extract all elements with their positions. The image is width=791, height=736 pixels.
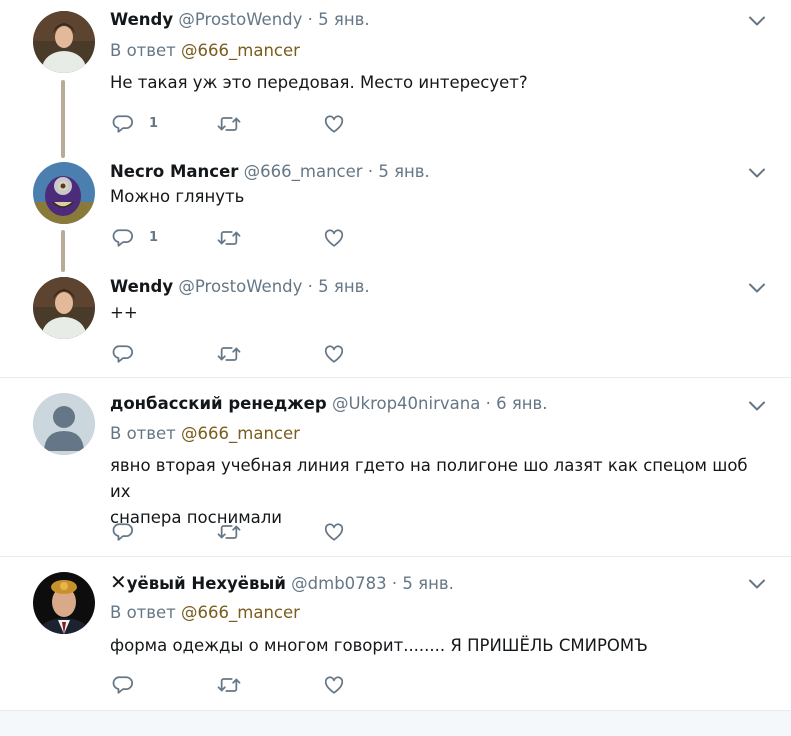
author-handle[interactable]: @ProstoWendy bbox=[178, 277, 302, 296]
chevron-down-icon[interactable] bbox=[748, 282, 766, 294]
timestamp[interactable]: 5 янв. bbox=[318, 10, 369, 29]
reply-prefix: В ответ bbox=[110, 603, 176, 622]
reply-button[interactable] bbox=[112, 674, 172, 696]
tweet[interactable]: Wendy @ProstoWendy · 5 янв. ++ bbox=[0, 270, 791, 377]
like-icon bbox=[323, 521, 345, 543]
like-button[interactable] bbox=[323, 521, 345, 543]
retweet-icon bbox=[217, 674, 241, 696]
avatar[interactable] bbox=[33, 277, 95, 339]
tweet-text: явно вторая учебная линия гдето на полиг… bbox=[110, 453, 760, 531]
timeline-footer bbox=[0, 710, 791, 736]
timestamp[interactable]: 5 янв. bbox=[378, 162, 429, 181]
like-icon bbox=[323, 674, 345, 696]
like-button[interactable] bbox=[323, 113, 345, 135]
reply-prefix: В ответ bbox=[110, 41, 176, 60]
reply-context: В ответ @666_mancer bbox=[110, 41, 300, 61]
reply-mention[interactable]: @666_mancer bbox=[181, 603, 300, 622]
author-name[interactable]: уёвый Нехуёвый bbox=[127, 574, 286, 593]
tweet[interactable]: ✕уёвый Нехуёвый @dmb0783 · 5 янв. В отве… bbox=[0, 557, 791, 709]
separator-dot: · bbox=[485, 394, 491, 413]
reply-icon bbox=[112, 521, 134, 543]
action-bar: 1 bbox=[112, 113, 372, 135]
author-handle[interactable]: @666_mancer bbox=[244, 162, 363, 181]
author-handle[interactable]: @dmb0783 bbox=[291, 574, 387, 593]
reply-icon bbox=[112, 227, 134, 249]
retweet-icon bbox=[217, 227, 241, 249]
like-icon bbox=[323, 113, 345, 135]
reply-icon bbox=[112, 343, 134, 365]
tweet[interactable]: Necro Mancer @666_mancer · 5 янв. Можно … bbox=[0, 160, 791, 272]
separator-dot: · bbox=[307, 277, 313, 296]
action-bar bbox=[112, 674, 372, 696]
reply-button[interactable]: 1 bbox=[112, 227, 172, 249]
like-icon bbox=[323, 343, 345, 365]
reply-context: В ответ @666_mancer bbox=[110, 424, 300, 444]
reply-mention[interactable]: @666_mancer bbox=[181, 41, 300, 60]
tweet-header: ✕уёвый Нехуёвый @dmb0783 · 5 янв. bbox=[110, 572, 454, 594]
retweet-icon bbox=[217, 343, 241, 365]
chevron-down-icon[interactable] bbox=[748, 578, 766, 590]
like-icon bbox=[323, 227, 345, 249]
thread-line bbox=[61, 80, 65, 158]
separator-dot: · bbox=[391, 574, 398, 593]
separator-dot: · bbox=[367, 162, 374, 181]
retweet-button[interactable] bbox=[217, 113, 241, 135]
author-name[interactable]: донбасский ренеджер bbox=[110, 394, 327, 413]
tweet-header: Necro Mancer @666_mancer · 5 янв. bbox=[110, 162, 430, 182]
retweet-icon bbox=[217, 521, 241, 543]
author-handle[interactable]: @ProstoWendy bbox=[178, 10, 302, 29]
tweet-text-line: явно вторая учебная линия гдето на полиг… bbox=[110, 456, 748, 501]
retweet-button[interactable] bbox=[217, 343, 241, 365]
avatar[interactable] bbox=[33, 11, 95, 73]
reply-mention[interactable]: @666_mancer bbox=[181, 424, 300, 443]
tweet-header: донбасский ренеджер @Ukrop40nirvana · 6 … bbox=[110, 394, 548, 414]
avatar[interactable] bbox=[33, 393, 95, 455]
thread-line bbox=[61, 230, 65, 272]
reply-count: 1 bbox=[149, 116, 159, 131]
reply-prefix: В ответ bbox=[110, 424, 176, 443]
author-name[interactable]: Wendy bbox=[110, 10, 173, 29]
like-button[interactable] bbox=[323, 674, 345, 696]
reply-button[interactable]: 1 bbox=[112, 113, 172, 135]
tweet[interactable]: донбасский ренеджер @Ukrop40nirvana · 6 … bbox=[0, 378, 791, 556]
retweet-button[interactable] bbox=[217, 521, 241, 543]
tweet-header: Wendy @ProstoWendy · 5 янв. bbox=[110, 277, 370, 297]
tweet-text: Не такая уж это передовая. Место интерес… bbox=[110, 73, 528, 92]
chevron-down-icon[interactable] bbox=[748, 15, 766, 27]
avatar[interactable] bbox=[33, 572, 95, 634]
retweet-button[interactable] bbox=[217, 674, 241, 696]
action-bar bbox=[112, 521, 372, 543]
timestamp[interactable]: 6 янв. bbox=[496, 394, 547, 413]
timestamp[interactable]: 5 янв. bbox=[402, 574, 453, 593]
author-name[interactable]: Necro Mancer bbox=[110, 162, 238, 181]
like-button[interactable] bbox=[323, 227, 345, 249]
like-button[interactable] bbox=[323, 343, 345, 365]
avatar[interactable] bbox=[33, 162, 95, 224]
timestamp[interactable]: 5 янв. bbox=[318, 277, 369, 296]
tweet-text: Можно глянуть bbox=[110, 187, 245, 206]
chevron-down-icon[interactable] bbox=[748, 400, 766, 412]
chevron-down-icon[interactable] bbox=[748, 167, 766, 179]
action-bar: 1 bbox=[112, 227, 372, 249]
retweet-button[interactable] bbox=[217, 227, 241, 249]
reply-button[interactable] bbox=[112, 343, 172, 365]
tweet-text: форма одежды о многом говорит........ Я … bbox=[110, 636, 648, 655]
tweet[interactable]: Wendy @ProstoWendy · 5 янв. В ответ @666… bbox=[0, 0, 791, 160]
action-bar bbox=[112, 343, 372, 365]
reply-icon bbox=[112, 113, 134, 135]
author-handle[interactable]: @Ukrop40nirvana bbox=[332, 394, 480, 413]
separator-dot: · bbox=[307, 10, 313, 29]
author-name[interactable]: Wendy bbox=[110, 277, 173, 296]
reply-icon bbox=[112, 674, 134, 696]
retweet-icon bbox=[217, 113, 241, 135]
reply-context: В ответ @666_mancer bbox=[110, 603, 300, 623]
reply-button[interactable] bbox=[112, 521, 172, 543]
author-name-mark: ✕ bbox=[110, 570, 127, 594]
tweet-header: Wendy @ProstoWendy · 5 янв. bbox=[110, 10, 370, 30]
reply-count: 1 bbox=[149, 230, 159, 245]
tweet-text: ++ bbox=[110, 303, 138, 322]
